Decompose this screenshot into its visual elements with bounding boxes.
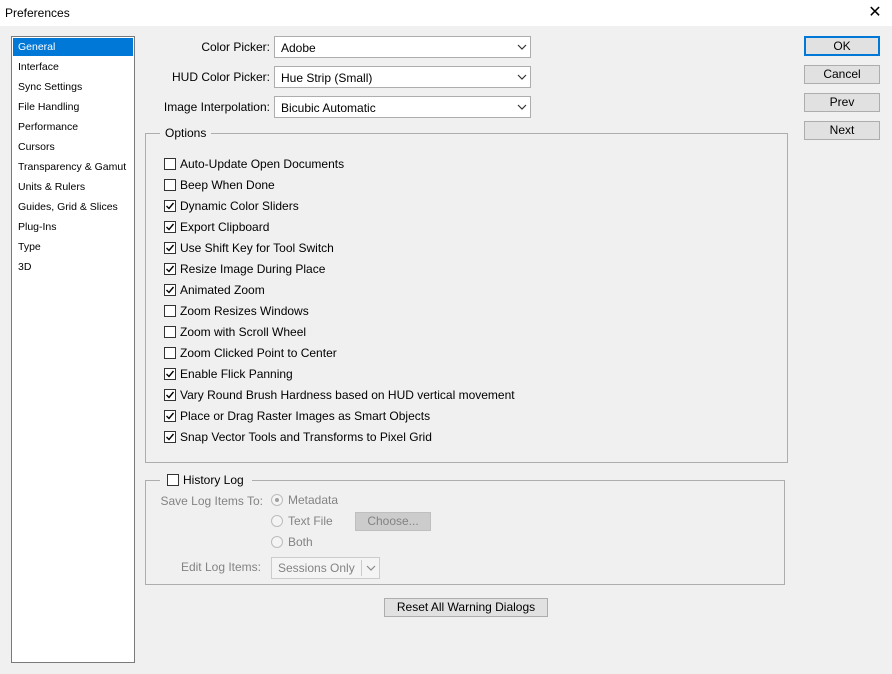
nav-item-file-handling[interactable]: File Handling bbox=[13, 98, 133, 116]
hud-color-picker-label: HUD Color Picker: bbox=[171, 70, 270, 84]
checkmark-icon bbox=[166, 391, 175, 399]
nav-item-transparency-gamut[interactable]: Transparency & Gamut bbox=[13, 158, 133, 176]
next-button[interactable]: Next bbox=[804, 121, 880, 140]
nav-item-guides-grid-slices[interactable]: Guides, Grid & Slices bbox=[13, 198, 133, 216]
option-label: Snap Vector Tools and Transforms to Pixe… bbox=[180, 430, 432, 444]
category-list: General Interface Sync Settings File Han… bbox=[11, 36, 135, 663]
hud-color-picker-value: Hue Strip (Small) bbox=[281, 71, 373, 85]
radio-selected-dot bbox=[275, 498, 279, 502]
option-label: Export Clipboard bbox=[180, 220, 270, 234]
metadata-radio-label: Metadata bbox=[288, 493, 339, 507]
edit-log-items-select[interactable]: Sessions Only bbox=[271, 557, 380, 579]
color-picker-label: Color Picker: bbox=[201, 40, 270, 54]
select-divider bbox=[361, 560, 362, 576]
edit-log-items-label: Edit Log Items: bbox=[180, 560, 261, 574]
chevron-down-icon bbox=[517, 44, 527, 50]
cancel-button[interactable]: Cancel bbox=[804, 65, 880, 84]
option-checkbox[interactable] bbox=[164, 242, 176, 254]
history-log-label: History Log bbox=[183, 473, 244, 487]
option-label: Enable Flick Panning bbox=[180, 367, 293, 381]
options-legend: Options bbox=[160, 126, 212, 140]
image-interpolation-label: Image Interpolation: bbox=[163, 100, 270, 114]
option-label: Animated Zoom bbox=[180, 283, 265, 297]
nav-item-interface[interactable]: Interface bbox=[13, 58, 133, 76]
both-radio[interactable] bbox=[271, 536, 283, 548]
option-label: Dynamic Color Sliders bbox=[180, 199, 299, 213]
window-title: Preferences bbox=[5, 6, 70, 20]
checkmark-icon bbox=[166, 244, 175, 252]
title-bar: Preferences ✕ bbox=[0, 0, 892, 26]
checkmark-icon bbox=[166, 370, 175, 378]
metadata-radio[interactable] bbox=[271, 494, 283, 506]
choose-button[interactable]: Choose... bbox=[355, 512, 431, 531]
option-checkbox[interactable] bbox=[164, 263, 176, 275]
option-label: Zoom Clicked Point to Center bbox=[180, 346, 337, 360]
nav-item-type[interactable]: Type bbox=[13, 238, 133, 256]
option-checkbox[interactable] bbox=[164, 179, 176, 191]
image-interpolation-select[interactable]: Bicubic Automatic bbox=[274, 96, 531, 118]
checkmark-icon bbox=[166, 202, 175, 210]
option-checkbox[interactable] bbox=[164, 200, 176, 212]
option-checkbox[interactable] bbox=[164, 158, 176, 170]
chevron-down-icon bbox=[366, 565, 376, 571]
nav-item-units-rulers[interactable]: Units & Rulers bbox=[13, 178, 133, 196]
nav-item-cursors[interactable]: Cursors bbox=[13, 138, 133, 156]
color-picker-value: Adobe bbox=[281, 41, 316, 55]
text-file-radio-label: Text File bbox=[288, 514, 333, 528]
checkmark-icon bbox=[166, 223, 175, 231]
option-label: Zoom Resizes Windows bbox=[180, 304, 309, 318]
nav-item-sync-settings[interactable]: Sync Settings bbox=[13, 78, 133, 96]
edit-log-items-value: Sessions Only bbox=[278, 561, 355, 575]
checkmark-icon bbox=[166, 286, 175, 294]
option-label: Beep When Done bbox=[180, 178, 275, 192]
checkmark-icon bbox=[166, 265, 175, 273]
ok-button[interactable]: OK bbox=[804, 36, 880, 56]
option-label: Resize Image During Place bbox=[180, 262, 326, 276]
chevron-down-icon bbox=[517, 104, 527, 110]
option-checkbox[interactable] bbox=[164, 389, 176, 401]
option-label: Auto-Update Open Documents bbox=[180, 157, 345, 171]
option-label: Vary Round Brush Hardness based on HUD v… bbox=[180, 388, 515, 402]
option-label: Use Shift Key for Tool Switch bbox=[180, 241, 334, 255]
both-radio-label: Both bbox=[288, 535, 313, 549]
option-checkbox[interactable] bbox=[164, 284, 176, 296]
option-checkbox[interactable] bbox=[164, 326, 176, 338]
text-file-radio[interactable] bbox=[271, 515, 283, 527]
hud-color-picker-select[interactable]: Hue Strip (Small) bbox=[274, 66, 531, 88]
nav-item-general[interactable]: General bbox=[13, 38, 133, 56]
option-checkbox[interactable] bbox=[164, 305, 176, 317]
save-log-items-label: Save Log Items To: bbox=[160, 494, 263, 508]
chevron-down-icon bbox=[517, 74, 527, 80]
prev-button[interactable]: Prev bbox=[804, 93, 880, 112]
history-log-legend: History Log bbox=[160, 472, 252, 490]
option-checkbox[interactable] bbox=[164, 347, 176, 359]
nav-item-performance[interactable]: Performance bbox=[13, 118, 133, 136]
checkmark-icon bbox=[166, 412, 175, 420]
option-checkbox[interactable] bbox=[164, 368, 176, 380]
nav-item-plug-ins[interactable]: Plug-Ins bbox=[13, 218, 133, 236]
option-checkbox[interactable] bbox=[164, 410, 176, 422]
option-label: Zoom with Scroll Wheel bbox=[180, 325, 307, 339]
color-picker-select[interactable]: Adobe bbox=[274, 36, 531, 58]
nav-item-3d[interactable]: 3D bbox=[13, 258, 133, 276]
option-checkbox[interactable] bbox=[164, 431, 176, 443]
image-interpolation-value: Bicubic Automatic bbox=[281, 101, 376, 115]
option-label: Place or Drag Raster Images as Smart Obj… bbox=[180, 409, 431, 423]
option-checkbox[interactable] bbox=[164, 221, 176, 233]
reset-warning-dialogs-button[interactable]: Reset All Warning Dialogs bbox=[384, 598, 548, 617]
checkmark-icon bbox=[166, 433, 175, 441]
history-log-checkbox[interactable] bbox=[167, 474, 179, 486]
close-icon[interactable]: ✕ bbox=[858, 0, 892, 26]
